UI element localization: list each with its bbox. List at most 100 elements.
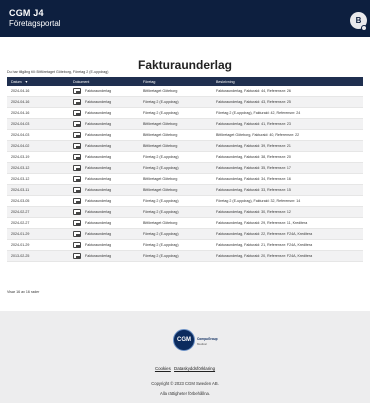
document-icon — [73, 99, 81, 105]
document-icon — [73, 231, 81, 237]
table-row: 2024-03-12 Fakturaunderlag Bitföretaget Gö… — [7, 174, 363, 185]
table-row: 2024-04-03 Fakturaunderlag Bitföretaget Gö… — [7, 130, 363, 141]
row-description: Fakturaunderlag, Fakturaid: 39, Referens… — [216, 144, 291, 148]
row-document-label: Fakturaunderlag — [85, 188, 112, 192]
row-company: Företag 2 (E-uppdrag) — [143, 243, 179, 247]
logo-caption-sub: Medical — [197, 342, 207, 346]
document-icon — [73, 176, 81, 182]
brand-name[interactable]: CGM J4 — [9, 8, 44, 18]
row-document-label: Fakturaunderlag — [85, 133, 112, 137]
document-icon — [73, 110, 81, 116]
row-document-label: Fakturaunderlag — [85, 210, 112, 214]
row-date: 2024-03-11 — [11, 188, 30, 192]
row-description: Bitföretaget Göteborg, Fakturaid: 40, Re… — [216, 133, 300, 137]
table-header: Datum ▼ Dokument Företag Beskrivning — [7, 77, 363, 86]
access-note: Du har tillgång till: Bitföretaget Göteb… — [7, 70, 109, 74]
row-count: Visar 16 av 16 rader — [7, 290, 40, 294]
row-document-link[interactable]: Fakturaunderlag — [69, 110, 139, 116]
row-company: Företag 2 (E-uppdrag) — [143, 199, 179, 203]
row-document-link[interactable]: Fakturaunderlag — [69, 143, 139, 149]
row-date: 2024-04-16 — [11, 111, 30, 115]
row-date: 2024-04-02 — [11, 144, 30, 148]
row-description: Fakturaunderlag, Fakturaid: 20, Referens… — [216, 254, 313, 258]
table-row: 2024-04-16 Fakturaunderlag Företag 2 (E-up… — [7, 97, 363, 108]
row-description: Fakturaunderlag, Fakturaid: 43, Referens… — [216, 100, 291, 104]
portal-name[interactable]: Företagsportal — [9, 19, 61, 28]
document-icon — [73, 209, 81, 215]
table-row: 2024-03-11 Fakturaunderlag Bitföretaget Gö… — [7, 185, 363, 196]
row-company: Företag 2 (E-uppdrag) — [143, 254, 179, 258]
document-icon — [73, 253, 81, 259]
column-header-date-label: Datum — [11, 79, 22, 84]
column-header-date[interactable]: Datum ▼ — [7, 80, 69, 84]
table-row: 2024-02-27 Fakturaunderlag Företag 2 (E-up… — [7, 207, 363, 218]
row-document-link[interactable]: Fakturaunderlag — [69, 198, 139, 204]
table-row: 2024-04-16 Fakturaunderlag Bitföretaget Gö… — [7, 86, 363, 97]
row-document-link[interactable]: Fakturaunderlag — [69, 121, 139, 127]
privacy-link[interactable]: Dataskyddsförklaring — [174, 366, 215, 371]
row-company: Bitföretaget Göteborg — [143, 188, 178, 192]
document-icon — [73, 187, 81, 193]
row-company: Företag 2 (E-uppdrag) — [143, 210, 179, 214]
row-company: Företag 2 (E-uppdrag) — [143, 155, 179, 159]
footer — [0, 311, 370, 403]
row-document-link[interactable]: Fakturaunderlag — [69, 99, 139, 105]
copyright-text: Copyright © 2023 CGM Sweden AB. — [151, 381, 219, 386]
table-row: 2024-03-19 Fakturaunderlag Företag 2 (E-up… — [7, 152, 363, 163]
row-description: Fakturaunderlag, Fakturaid: 44, Referens… — [216, 89, 291, 93]
row-company: Företag 2 (E-uppdrag) — [143, 232, 179, 236]
row-date: 2024-02-27 — [11, 221, 30, 225]
cookies-link[interactable]: Cookies — [155, 366, 171, 371]
avatar-menu-icon[interactable] — [361, 25, 367, 31]
row-company: Bitföretaget Göteborg — [143, 144, 178, 148]
document-icon — [73, 220, 81, 226]
table-row: 2024-03-05 Fakturaunderlag Företag 2 (E-up… — [7, 196, 363, 207]
row-date: 2024-03-19 — [11, 155, 30, 159]
row-description: Fakturaunderlag, Fakturaid: 34, Referens… — [216, 177, 291, 181]
column-header-description[interactable]: Beskrivning — [212, 80, 363, 84]
table-body: 2024-04-16 Fakturaunderlag Bitföretaget Gö… — [7, 86, 363, 262]
row-document-label: Fakturaunderlag — [85, 155, 112, 159]
logo-caption: CompuGroup — [197, 337, 218, 341]
row-description: Företag 2 (E-uppdrag), Fakturaid: 42, Re… — [216, 111, 301, 115]
row-document-label: Fakturaunderlag — [85, 232, 112, 236]
row-company: Bitföretaget Göteborg — [143, 122, 178, 126]
row-document-link[interactable]: Fakturaunderlag — [69, 253, 139, 259]
row-document-link[interactable]: Fakturaunderlag — [69, 154, 139, 160]
row-document-link[interactable]: Fakturaunderlag — [69, 165, 139, 171]
row-date: 2013-02-25 — [11, 254, 30, 258]
row-document-link[interactable]: Fakturaunderlag — [69, 209, 139, 215]
row-document-label: Fakturaunderlag — [85, 122, 112, 126]
row-document-link[interactable]: Fakturaunderlag — [69, 88, 139, 94]
row-date: 2024-03-12 — [11, 177, 30, 181]
document-icon — [73, 143, 81, 149]
column-header-document[interactable]: Dokument — [69, 80, 139, 84]
column-header-company[interactable]: Företag — [139, 80, 212, 84]
row-company: Bitföretaget Göteborg — [143, 221, 178, 225]
row-document-label: Fakturaunderlag — [85, 89, 112, 93]
row-document-label: Fakturaunderlag — [85, 177, 112, 181]
document-icon — [73, 198, 81, 204]
row-date: 2024-04-03 — [11, 122, 30, 126]
table-row: 2024-01-29 Fakturaunderlag Företag 2 (E-up… — [7, 240, 363, 251]
row-description: Fakturaunderlag, Fakturaid: 41, Referens… — [216, 122, 291, 126]
row-description: Fakturaunderlag, Fakturaid: 29, Referens… — [216, 221, 308, 225]
row-description: Fakturaunderlag, Fakturaid: 21, Referens… — [216, 243, 313, 247]
row-document-link[interactable]: Fakturaunderlag — [69, 242, 139, 248]
table-row: 2024-03-12 Fakturaunderlag Företag 2 (E-up… — [7, 163, 363, 174]
document-icon — [73, 154, 81, 160]
row-document-link[interactable]: Fakturaunderlag — [69, 176, 139, 182]
row-date: 2024-01-29 — [11, 232, 30, 236]
row-description: Företag 2 (E-uppdrag), Fakturaid: 32, Re… — [216, 199, 301, 203]
row-document-link[interactable]: Fakturaunderlag — [69, 220, 139, 226]
row-company: Bitföretaget Göteborg — [143, 177, 178, 181]
row-document-link[interactable]: Fakturaunderlag — [69, 231, 139, 237]
row-description: Fakturaunderlag, Fakturaid: 22, Referens… — [216, 232, 313, 236]
row-document-label: Fakturaunderlag — [85, 144, 112, 148]
row-description: Fakturaunderlag, Fakturaid: 35, Referens… — [216, 166, 291, 170]
row-document-link[interactable]: Fakturaunderlag — [69, 132, 139, 138]
row-date: 2024-04-16 — [11, 100, 30, 104]
row-company: Företag 2 (E-uppdrag) — [143, 166, 179, 170]
row-description: Fakturaunderlag, Fakturaid: 30, Referens… — [216, 210, 291, 214]
row-document-link[interactable]: Fakturaunderlag — [69, 187, 139, 193]
